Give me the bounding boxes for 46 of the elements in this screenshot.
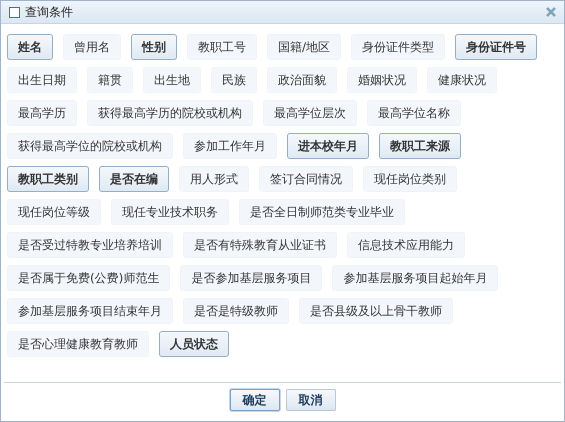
field-chip[interactable]: 现任岗位类别: [363, 166, 457, 192]
field-chip[interactable]: 用人形式: [179, 166, 249, 192]
field-chip[interactable]: 教职工号: [187, 34, 257, 60]
field-chip[interactable]: 进本校年月: [287, 133, 369, 159]
field-chip[interactable]: 民族: [211, 67, 257, 93]
field-chip[interactable]: 最高学历: [7, 100, 77, 126]
field-chip[interactable]: 信息技术应用能力: [347, 232, 465, 258]
confirm-button[interactable]: 确定: [230, 389, 280, 411]
cancel-button[interactable]: 取消: [286, 389, 336, 411]
field-chip[interactable]: 教职工来源: [379, 133, 461, 159]
field-chip[interactable]: 最高学位名称: [367, 100, 461, 126]
field-chip[interactable]: 人员状态: [159, 331, 229, 357]
field-chip[interactable]: 是否县级及以上骨干教师: [299, 298, 453, 324]
field-chip[interactable]: 是否是特级教师: [183, 298, 289, 324]
field-chip[interactable]: 曾用名: [63, 34, 121, 60]
field-chip[interactable]: 出生地: [143, 67, 201, 93]
field-chip[interactable]: 籍贯: [87, 67, 133, 93]
close-icon[interactable]: [546, 7, 556, 17]
field-chip[interactable]: 参加基层服务项目起始年月: [332, 265, 498, 291]
field-chip[interactable]: 现任岗位等级: [7, 199, 101, 225]
field-chip[interactable]: 获得最高学历的院校或机构: [87, 100, 253, 126]
field-chip[interactable]: 姓名: [7, 34, 53, 60]
field-chip[interactable]: 现任专业技术职务: [111, 199, 229, 225]
field-chip[interactable]: 身份证件号: [455, 34, 538, 60]
field-chip[interactable]: 最高学位层次: [263, 100, 357, 126]
field-chip[interactable]: 身份证件类型: [351, 34, 446, 60]
field-chip[interactable]: 教职工类别: [7, 166, 89, 192]
field-chip[interactable]: 获得最高学位的院校或机构: [7, 133, 173, 159]
field-chip[interactable]: 参加基层服务项目结束年月: [7, 298, 173, 324]
field-chip[interactable]: 国籍/地区: [267, 34, 342, 60]
field-chip[interactable]: 出生日期: [7, 67, 77, 93]
field-chip[interactable]: 是否心理健康教育教师: [7, 331, 149, 357]
field-chip[interactable]: 是否属于免费(公费)师范生: [7, 265, 170, 291]
field-chip[interactable]: 健康状况: [427, 67, 497, 93]
field-chip[interactable]: 是否全日制师范类专业毕业: [239, 199, 405, 225]
field-chip[interactable]: 是否在编: [99, 166, 169, 192]
field-chip[interactable]: 是否有特殊教育从业证书: [183, 232, 337, 258]
window-title: 查询条件: [25, 4, 73, 20]
field-chip[interactable]: 性别: [131, 34, 177, 60]
window-icon: [9, 6, 20, 18]
field-chip[interactable]: 签订合同情况: [259, 166, 353, 192]
field-chip[interactable]: 参加工作年月: [183, 133, 277, 159]
field-chip[interactable]: 婚姻状况: [347, 67, 417, 93]
field-chip[interactable]: 政治面貌: [267, 67, 337, 93]
field-chip[interactable]: 是否受过特教专业培养培训: [7, 232, 173, 258]
field-chip[interactable]: 是否参加基层服务项目: [180, 265, 322, 291]
